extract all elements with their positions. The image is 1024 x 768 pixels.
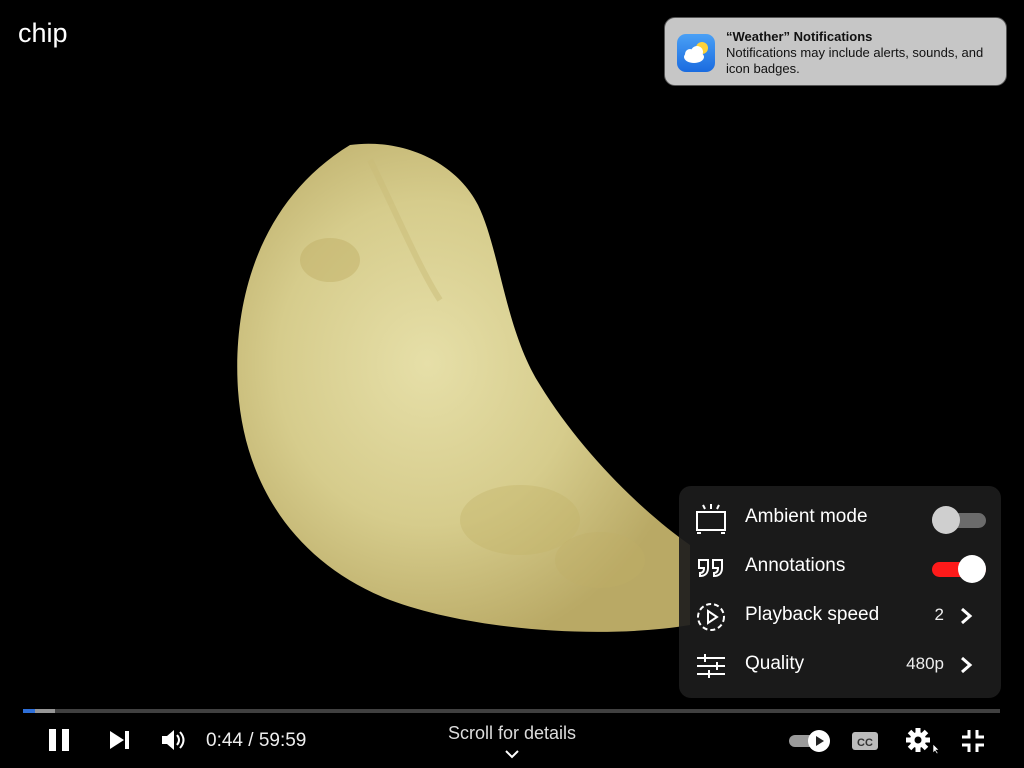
menu-label-playback-speed: Playback speed (745, 604, 880, 625)
weather-app-icon (677, 34, 715, 72)
notification-title: “Weather” Notifications (726, 29, 873, 44)
annotations-icon (698, 559, 723, 578)
settings-gear-icon[interactable] (905, 726, 941, 756)
menu-label-ambient-mode: Ambient mode (745, 506, 868, 527)
autoplay-toggle-icon[interactable] (788, 729, 832, 753)
svg-text:CC: CC (857, 737, 873, 749)
menu-item-playback-speed[interactable]: Playback speed 2 (679, 592, 1001, 641)
menu-label-quality: Quality (745, 653, 805, 674)
annotations-toggle[interactable] (932, 555, 986, 583)
menu-item-ambient-mode[interactable]: Ambient mode (679, 494, 1001, 543)
time-display: 0:44 / 59:59 (206, 730, 307, 751)
playback-speed-value: 2 (934, 605, 944, 624)
ambient-mode-toggle[interactable] (932, 506, 986, 534)
chevron-right-icon (961, 656, 973, 674)
exit-fullscreen-icon[interactable] (961, 729, 985, 753)
progress-bar[interactable] (23, 709, 1000, 713)
pause-icon[interactable] (46, 727, 72, 753)
ambient-mode-icon (696, 504, 726, 534)
menu-item-quality[interactable]: Quality 480p (679, 641, 1001, 690)
next-icon[interactable] (108, 729, 132, 751)
quality-icon (697, 654, 725, 678)
menu-item-annotations[interactable]: Annotations (679, 543, 1001, 592)
quality-value: 480p (906, 654, 944, 673)
menu-label-annotations: Annotations (745, 555, 846, 576)
scroll-for-details[interactable]: Scroll for details (412, 723, 612, 744)
chevron-down-icon[interactable] (504, 748, 520, 760)
closed-captions-icon[interactable]: CC (851, 730, 879, 752)
notification-banner[interactable]: “Weather” Notifications Notifications ma… (664, 17, 1007, 86)
volume-icon[interactable] (160, 728, 186, 752)
notification-body: Notifications may include alerts, sounds… (726, 45, 984, 76)
playback-speed-icon (697, 603, 725, 631)
chevron-right-icon (961, 607, 973, 625)
video-title: chip (18, 18, 68, 48)
settings-menu: Ambient mode Annotations Playback speed … (679, 486, 1001, 698)
progress-played (23, 709, 35, 713)
